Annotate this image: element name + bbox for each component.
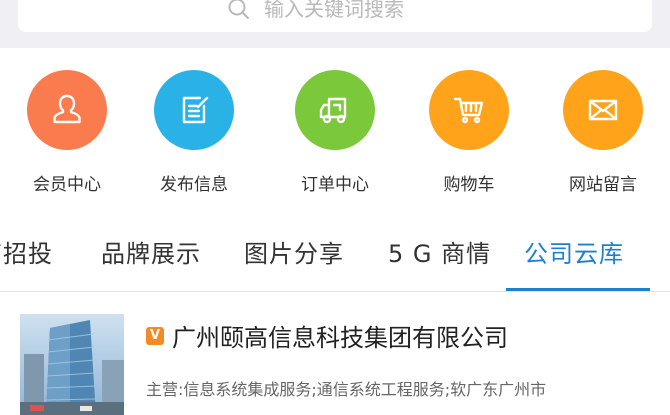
company-description: 主营:信息系统集成服务;通信系统工程服务;软广东广州市 bbox=[146, 380, 547, 399]
quick-link-label: 发布信息 bbox=[160, 175, 228, 195]
category-tabs: 商招投 品牌展示 图片分享 5 G 商情 公司云库 bbox=[0, 210, 670, 292]
tab-business-bidding[interactable]: 商招投 bbox=[0, 234, 53, 269]
company-title[interactable]: V 广州颐高信息科技集团有限公司 bbox=[146, 318, 508, 353]
quick-link-label: 订单中心 bbox=[301, 175, 369, 195]
order-center-button[interactable] bbox=[295, 70, 375, 150]
active-tab-indicator bbox=[506, 288, 650, 291]
building-image bbox=[20, 314, 124, 415]
tab-brand-showcase[interactable]: 品牌展示 bbox=[101, 234, 201, 269]
tab-company-cloud[interactable]: 公司云库 bbox=[524, 234, 624, 269]
company-name[interactable]: 广州颐高信息科技集团有限公司 bbox=[172, 318, 508, 353]
publish-info-button[interactable] bbox=[154, 70, 234, 150]
mail-icon bbox=[588, 99, 618, 121]
quick-link-label: 购物车 bbox=[443, 175, 495, 195]
quick-link-order-center[interactable]: 订单中心 bbox=[280, 70, 390, 195]
quick-link-publish-info[interactable]: 发布信息 bbox=[139, 70, 249, 195]
quick-link-member-center[interactable]: 会员中心 bbox=[12, 70, 122, 195]
quick-links: 会员中心 发布信息 订单中心 购物车 网站留言 bbox=[0, 48, 670, 208]
edit-icon bbox=[182, 96, 209, 124]
quick-link-label: 会员中心 bbox=[33, 175, 101, 195]
tab-image-share[interactable]: 图片分享 bbox=[244, 234, 344, 269]
search-icon bbox=[228, 0, 249, 19]
quick-link-cart[interactable]: 购物车 bbox=[414, 70, 524, 195]
user-icon bbox=[53, 94, 81, 124]
search-input[interactable] bbox=[264, 0, 444, 21]
truck-icon bbox=[319, 97, 347, 124]
company-thumbnail[interactable] bbox=[20, 314, 124, 415]
search-bar-area bbox=[0, 0, 670, 48]
cart-button[interactable] bbox=[429, 70, 509, 150]
tab-5g-business[interactable]: 5 G 商情 bbox=[388, 234, 491, 269]
search-box[interactable] bbox=[18, 0, 652, 32]
cart-icon bbox=[453, 97, 484, 124]
list-item[interactable]: V 广州颐高信息科技集团有限公司 主营:信息系统集成服务;通信系统工程服务;软广… bbox=[0, 296, 670, 415]
quick-link-message[interactable]: 网站留言 bbox=[548, 70, 658, 195]
verified-badge: V bbox=[146, 326, 164, 345]
member-center-button[interactable] bbox=[27, 70, 107, 150]
quick-link-label: 网站留言 bbox=[569, 175, 637, 195]
message-button[interactable] bbox=[563, 70, 643, 150]
